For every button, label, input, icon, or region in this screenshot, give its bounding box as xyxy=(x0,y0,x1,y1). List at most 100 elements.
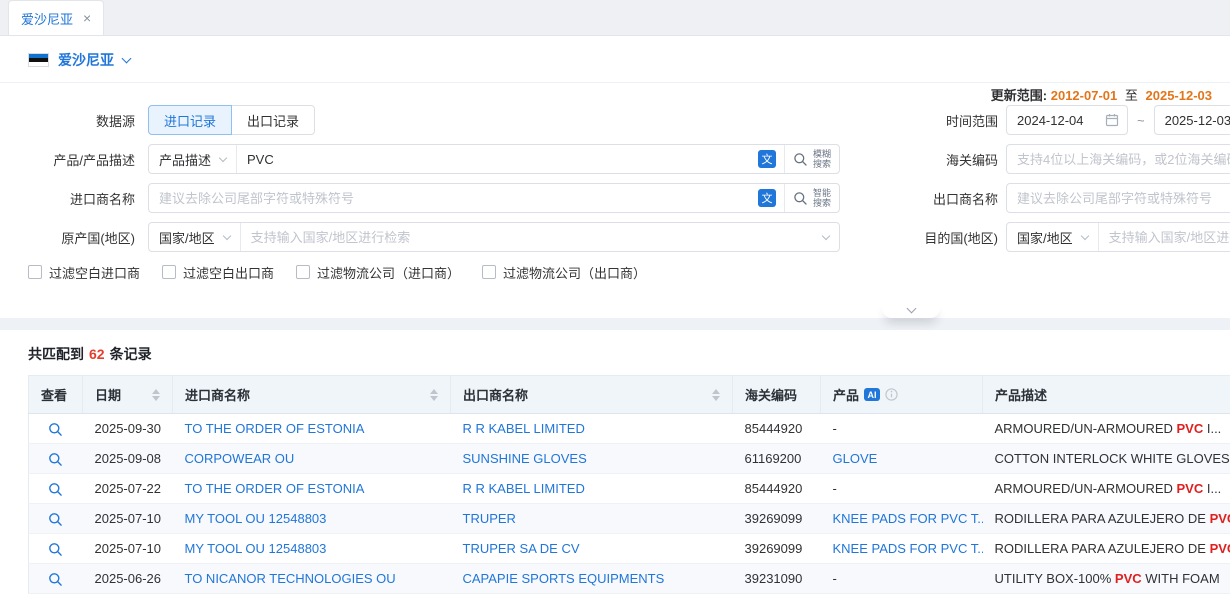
tab-label: 爱沙尼亚 xyxy=(21,9,73,28)
calendar-icon[interactable] xyxy=(1105,106,1127,134)
view-cell xyxy=(29,414,83,444)
results-table: 查看 日期 进口商名称 出口商名称 海关编码 产品 AI 产品描述 xyxy=(28,375,1230,594)
column-header-description: 产品描述 xyxy=(995,385,1230,404)
product-cell: KNEE PADS FOR PVC T... xyxy=(821,534,983,564)
column-header-date[interactable]: 日期 xyxy=(95,385,160,404)
description-cell: ARMOURED/UN-ARMOURED PVC I... xyxy=(983,414,1230,444)
destination-country-input[interactable] xyxy=(1099,223,1230,251)
info-icon[interactable] xyxy=(885,388,898,401)
filter-row-product: 产品/产品描述 产品描述 文 模糊搜索 海 xyxy=(28,144,1230,174)
column-header-exporter[interactable]: 出口商名称 xyxy=(463,385,720,404)
tab-estonia[interactable]: 爱沙尼亚 × xyxy=(8,0,104,35)
hs-code-input[interactable] xyxy=(1006,144,1230,174)
product-type-select[interactable]: 产品描述 xyxy=(149,145,237,173)
sort-icon xyxy=(152,389,160,401)
date-cell: 2025-06-26 xyxy=(83,564,173,594)
date-from-group xyxy=(1006,105,1128,135)
exporter-search-input[interactable] xyxy=(1006,183,1230,213)
checkbox-icon[interactable] xyxy=(162,265,176,279)
exporter-link[interactable]: TRUPER SA DE CV xyxy=(463,541,580,556)
country-selector[interactable]: 爱沙尼亚 xyxy=(0,36,1230,82)
product-link[interactable]: GLOVE xyxy=(833,451,878,466)
date-to-input[interactable] xyxy=(1154,105,1230,135)
filter-blank-importer[interactable]: 过滤空白进口商 xyxy=(28,263,140,282)
filter-blank-exporter[interactable]: 过滤空白出口商 xyxy=(162,263,274,282)
filter-logistics-exporter[interactable]: 过滤物流公司（出口商） xyxy=(482,263,646,282)
exporter-link[interactable]: TRUPER xyxy=(463,511,516,526)
view-record-button[interactable] xyxy=(48,422,63,437)
product-cell: KNEE PADS FOR PVC T... xyxy=(821,504,983,534)
view-record-button[interactable] xyxy=(48,572,63,587)
date-cell: 2025-07-10 xyxy=(83,504,173,534)
origin-type-value: 国家/地区 xyxy=(159,228,215,247)
fuzzy-search-button[interactable]: 模糊搜索 xyxy=(784,145,839,173)
importer-link[interactable]: TO NICANOR TECHNOLOGIES OU xyxy=(185,571,396,586)
checkbox-icon[interactable] xyxy=(28,265,42,279)
date-from-input[interactable] xyxy=(1007,106,1105,134)
country-name: 爱沙尼亚 xyxy=(58,50,114,70)
importer-search-input[interactable] xyxy=(149,184,758,212)
destination-type-select[interactable]: 国家/地区 xyxy=(1007,223,1099,251)
smart-search-button[interactable]: 智能搜索 xyxy=(784,184,839,212)
exporter-cell: R R KABEL LIMITED xyxy=(451,414,733,444)
product-label: 产品/产品描述 xyxy=(28,150,135,169)
export-records-button[interactable]: 出口记录 xyxy=(231,105,315,135)
filter-row-datasource: 数据源 进口记录 出口记录 时间范围 ~ xyxy=(28,105,1230,135)
importer-cell: CORPOWEAR OU xyxy=(173,444,451,474)
update-to-date: 2025-12-03 xyxy=(1146,88,1213,103)
view-record-button[interactable] xyxy=(48,482,63,497)
checkbox-icon[interactable] xyxy=(296,265,310,279)
description-cell: RODILLERA PARA AZULEJERO DE PVC xyxy=(983,504,1230,534)
importer-link[interactable]: TO THE ORDER OF ESTONIA xyxy=(185,421,365,436)
table-row: 2025-07-10 MY TOOL OU 12548803 TRUPER 39… xyxy=(29,504,1230,534)
update-range-label: 更新范围: xyxy=(991,88,1047,103)
view-record-button[interactable] xyxy=(48,452,63,467)
origin-type-select[interactable]: 国家/地区 xyxy=(149,223,241,251)
column-header-importer[interactable]: 进口商名称 xyxy=(185,385,438,404)
collapse-panel-button[interactable] xyxy=(882,303,940,318)
view-record-button[interactable] xyxy=(48,542,63,557)
translate-icon[interactable]: 文 xyxy=(758,150,776,168)
exporter-cell: R R KABEL LIMITED xyxy=(451,474,733,504)
date-cell: 2025-09-30 xyxy=(83,414,173,444)
data-source-label: 数据源 xyxy=(28,111,135,130)
exporter-cell: TRUPER SA DE CV xyxy=(451,534,733,564)
product-search-input[interactable] xyxy=(237,145,758,173)
filter-panel: 更新范围: 2012-07-01 至 2025-12-03 数据源 进口记录 出… xyxy=(0,83,1230,318)
table-row: 2025-09-08 CORPOWEAR OU SUNSHINE GLOVES … xyxy=(29,444,1230,474)
results-table-body: 2025-09-30 TO THE ORDER OF ESTONIA R R K… xyxy=(29,414,1230,594)
view-record-button[interactable] xyxy=(48,512,63,527)
product-link[interactable]: KNEE PADS FOR PVC T... xyxy=(833,511,983,526)
exporter-link[interactable]: R R KABEL LIMITED xyxy=(463,421,585,436)
search-icon xyxy=(793,152,808,167)
importer-label: 进口商名称 xyxy=(28,189,135,208)
data-source-toggle: 进口记录 出口记录 xyxy=(148,105,315,135)
chevron-down-icon xyxy=(222,231,230,239)
filter-logistics-importer[interactable]: 过滤物流公司（进口商） xyxy=(296,263,460,282)
checkbox-icon[interactable] xyxy=(482,265,496,279)
importer-link[interactable]: CORPOWEAR OU xyxy=(185,451,295,466)
close-icon[interactable]: × xyxy=(83,11,91,25)
hs-code-cell: 85444920 xyxy=(733,414,821,444)
import-records-button[interactable]: 进口记录 xyxy=(148,105,232,135)
destination-type-value: 国家/地区 xyxy=(1017,228,1073,247)
origin-country-input[interactable] xyxy=(241,223,823,251)
importer-cell: TO NICANOR TECHNOLOGIES OU xyxy=(173,564,451,594)
view-cell xyxy=(29,564,83,594)
hs-code-cell: 85444920 xyxy=(733,474,821,504)
importer-link[interactable]: TO THE ORDER OF ESTONIA xyxy=(185,481,365,496)
exporter-link[interactable]: R R KABEL LIMITED xyxy=(463,481,585,496)
importer-link[interactable]: MY TOOL OU 12548803 xyxy=(185,541,327,556)
exporter-link[interactable]: CAPAPIE SPORTS EQUIPMENTS xyxy=(463,571,665,586)
summary-suffix: 条记录 xyxy=(110,346,152,362)
date-range-separator: ~ xyxy=(1137,113,1145,128)
magnifier-icon xyxy=(48,482,63,497)
filter-row-origin: 原产国(地区) 国家/地区 目的国(地区) 国家/地区 xyxy=(28,222,1230,252)
exporter-link[interactable]: SUNSHINE GLOVES xyxy=(463,451,587,466)
product-type-value: 产品描述 xyxy=(159,150,211,169)
magnifier-icon xyxy=(48,542,63,557)
translate-icon[interactable]: 文 xyxy=(758,189,776,207)
time-range-label: 时间范围 xyxy=(840,111,998,130)
product-link[interactable]: KNEE PADS FOR PVC T... xyxy=(833,541,983,556)
importer-link[interactable]: MY TOOL OU 12548803 xyxy=(185,511,327,526)
